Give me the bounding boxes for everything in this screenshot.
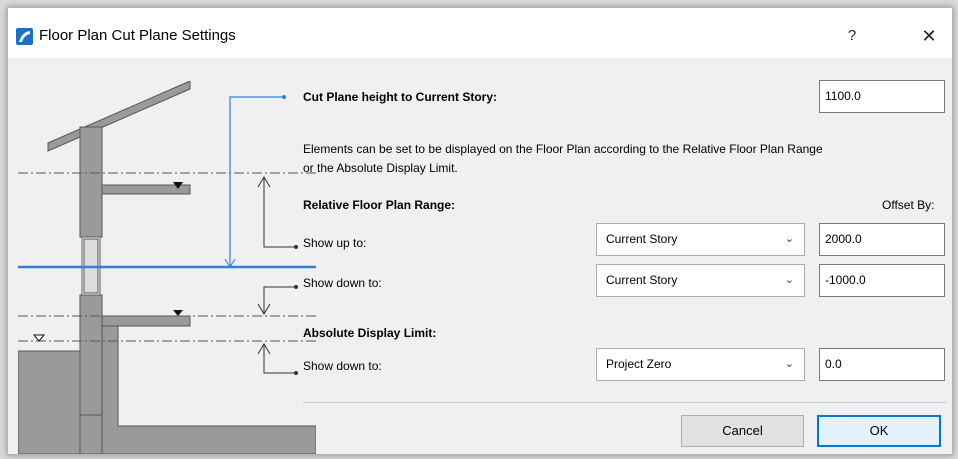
cancel-button[interactable]: Cancel [681, 415, 804, 447]
show-down-label: Show down to: [303, 276, 382, 290]
section-diagram [18, 81, 316, 454]
absolute-offset-input[interactable]: 0.0 [819, 348, 945, 381]
title-bar: Floor Plan Cut Plane Settings ? ✕ [8, 8, 952, 58]
ground-level-marker [32, 334, 46, 342]
app-icon [16, 28, 33, 45]
chevron-down-icon: ⌄ [784, 274, 794, 286]
show-down-story-select[interactable]: Current Story ⌄ [596, 264, 805, 297]
cut-plane-dialog: Floor Plan Cut Plane Settings ? ✕ Cut Pl… [7, 7, 953, 455]
show-up-offset-input[interactable]: 2000.0 [819, 223, 945, 256]
ground-floor-slab [101, 315, 191, 327]
cut-plane-leader [229, 96, 283, 267]
chevron-down-icon: ⌄ [784, 358, 794, 370]
cut-plane-height-input[interactable]: 1100.0 [819, 80, 945, 113]
ground-block [18, 350, 81, 454]
dialog-title: Floor Plan Cut Plane Settings [39, 27, 236, 44]
absolute-story-value: Project Zero [606, 357, 672, 371]
description-line-1: Elements can be set to be displayed on t… [303, 142, 823, 156]
foundation-block [101, 325, 316, 454]
chevron-down-icon: ⌄ [784, 233, 794, 245]
ok-button[interactable]: OK [817, 415, 941, 447]
show-up-story-select[interactable]: Current Story ⌄ [596, 223, 805, 256]
footer-separator [303, 402, 946, 403]
close-button[interactable]: ✕ [911, 20, 947, 52]
lower-level-marker [173, 310, 183, 316]
show-up-bracket [263, 177, 295, 248]
upper-wall [79, 126, 103, 238]
roof-slab [47, 81, 191, 152]
show-up-label: Show up to: [303, 236, 367, 250]
show-down-bracket [263, 286, 295, 314]
lower-wall [79, 294, 103, 416]
absolute-bracket [263, 344, 295, 374]
show-up-story-value: Current Story [606, 232, 678, 246]
show-down-offset-input[interactable]: -1000.0 [819, 264, 945, 297]
cut-plane-label: Cut Plane height to Current Story: [303, 90, 498, 104]
show-down-story-value: Current Story [606, 273, 678, 287]
foundation-ledge [79, 414, 103, 454]
absolute-story-select[interactable]: Project Zero ⌄ [596, 348, 805, 381]
absolute-show-down-label: Show down to: [303, 359, 382, 373]
help-button[interactable]: ? [834, 20, 870, 52]
absolute-limit-heading: Absolute Display Limit: [303, 326, 437, 340]
description-line-2: or the Absolute Display Limit. [303, 161, 458, 175]
relative-range-heading: Relative Floor Plan Range: [303, 198, 456, 212]
offset-by-header: Offset By: [882, 198, 935, 212]
